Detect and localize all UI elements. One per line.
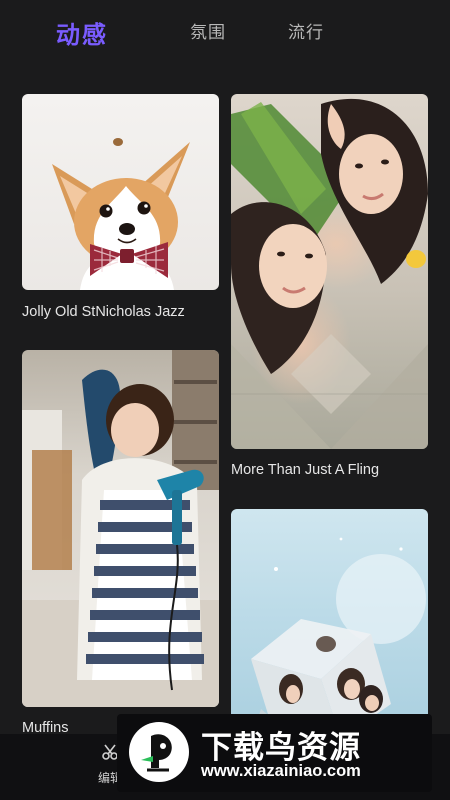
hairdryer-thumbnail bbox=[22, 350, 219, 707]
card-title: Jolly Old StNicholas Jazz bbox=[22, 304, 185, 320]
corgi-image bbox=[52, 138, 190, 290]
women-image bbox=[231, 98, 428, 449]
cube-collage-image bbox=[251, 537, 426, 739]
template-card-muffins[interactable]: Muffins bbox=[22, 350, 219, 736]
bird-logo-icon bbox=[129, 722, 189, 782]
cube-thumbnail bbox=[231, 509, 428, 739]
tab-popular[interactable]: 流行 bbox=[288, 18, 324, 43]
women-thumbnail bbox=[231, 94, 428, 449]
template-card-cube[interactable] bbox=[231, 509, 428, 739]
template-card-jolly[interactable]: Jolly Old StNicholas Jazz bbox=[22, 94, 219, 334]
watermark-url: www.xiazainiao.com bbox=[201, 762, 361, 780]
corgi-thumbnail bbox=[22, 94, 219, 290]
app-screen: 动感 氛围 流行 Jolly Old StNicholas Jazz More … bbox=[0, 0, 450, 800]
watermark-banner: 下载鸟资源 www.xiazainiao.com bbox=[117, 714, 432, 792]
hairdryer-image bbox=[22, 350, 219, 707]
tab-dynamic[interactable]: 动感 bbox=[56, 15, 108, 50]
category-tabs: 动感 氛围 流行 bbox=[0, 0, 450, 66]
template-card-fling[interactable]: More Than Just A Fling bbox=[231, 94, 428, 484]
card-title: More Than Just A Fling bbox=[231, 462, 380, 478]
tab-atmosphere[interactable]: 氛围 bbox=[190, 18, 226, 43]
watermark-title: 下载鸟资源 bbox=[201, 730, 361, 765]
